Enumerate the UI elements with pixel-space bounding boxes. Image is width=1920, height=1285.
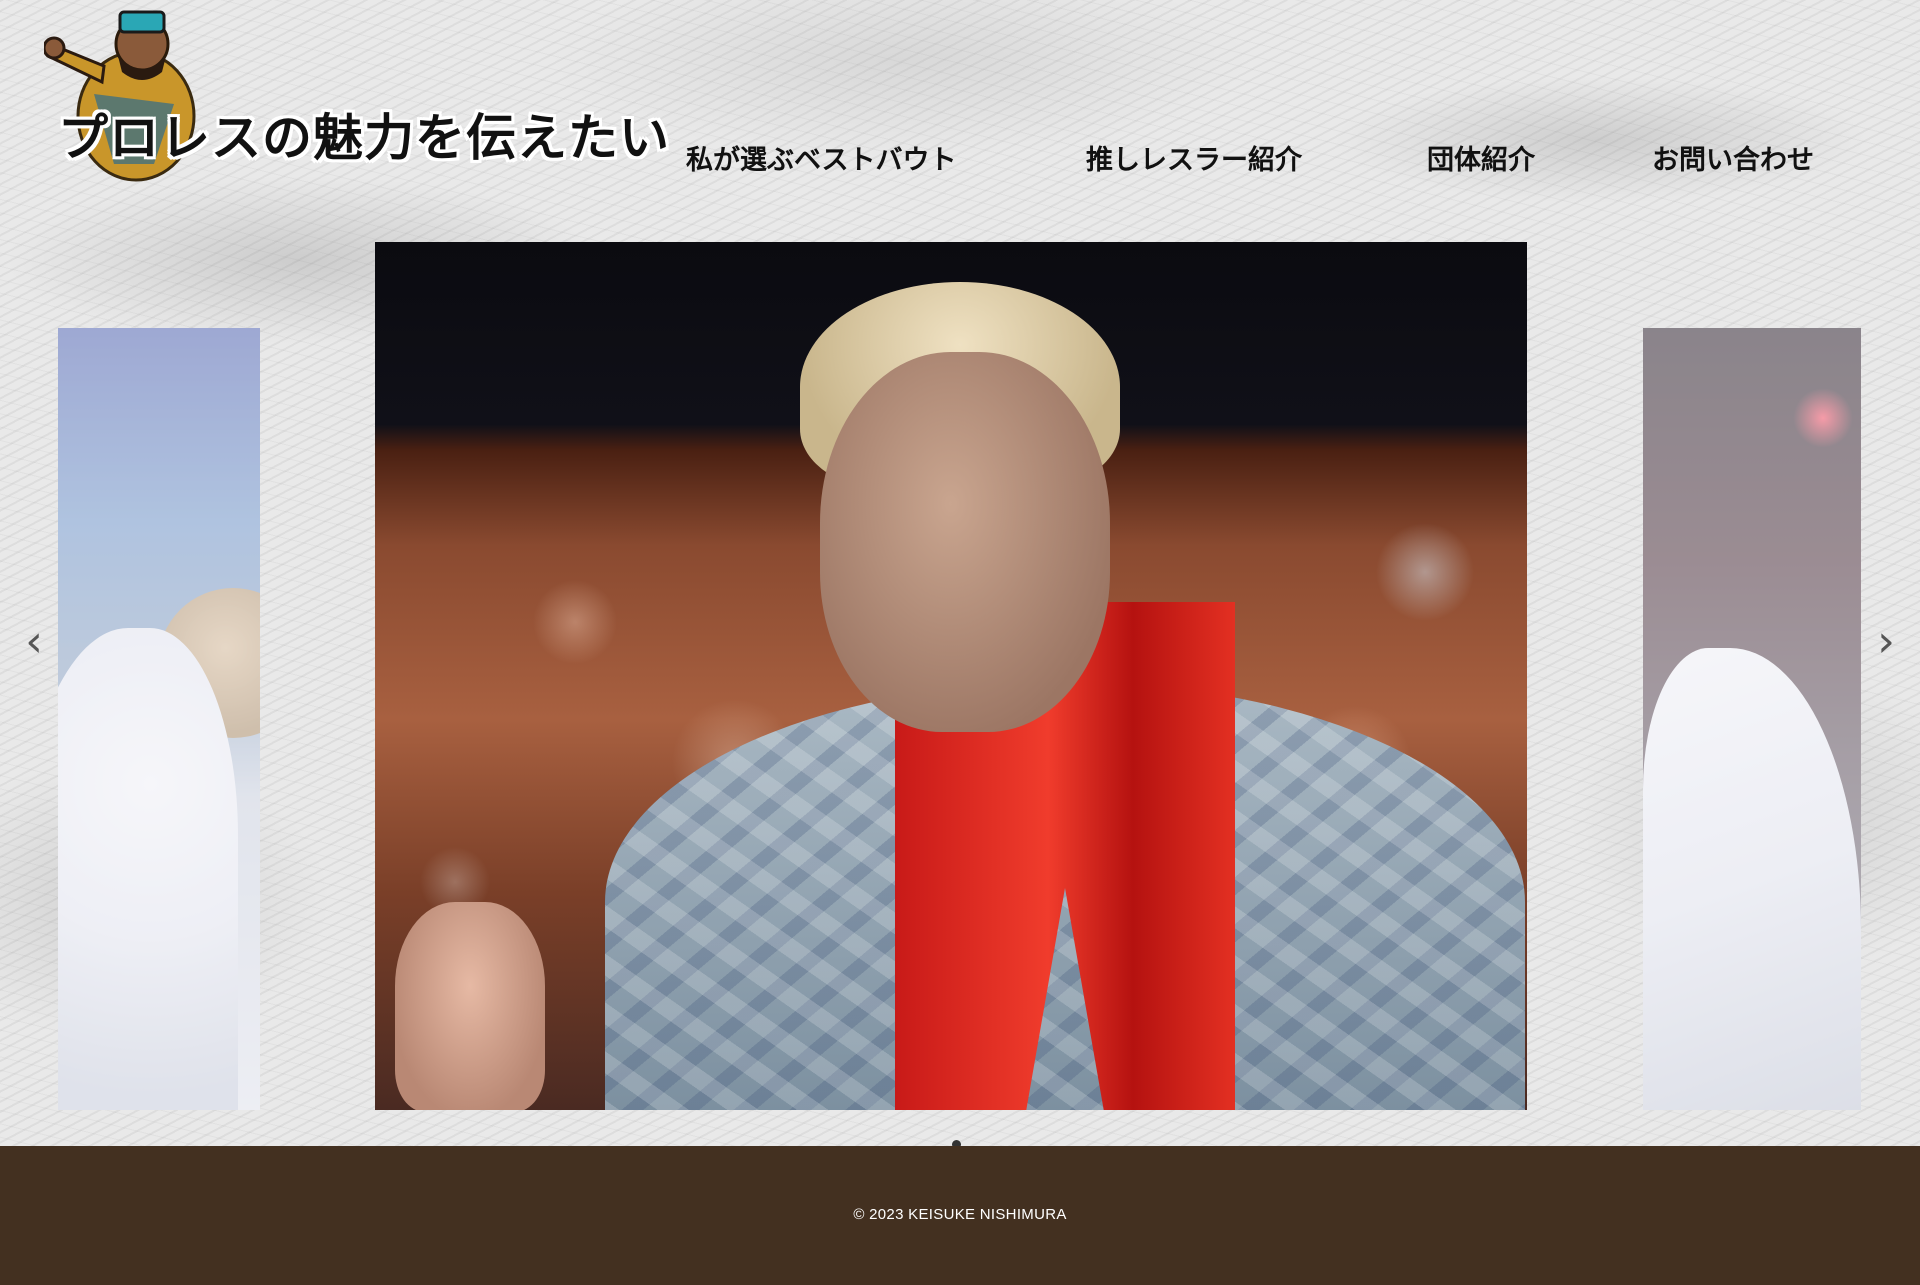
slide-current xyxy=(375,242,1527,1110)
site-footer: © 2023 KEISUKE NISHIMURA xyxy=(0,1146,1920,1285)
slide-previous[interactable] xyxy=(58,328,260,1110)
nav-item-best-bout[interactable]: 私が選ぶベストバウト xyxy=(686,138,957,177)
main-nav: 私が選ぶベストバウト 推しレスラー紹介 団体紹介 お問い合わせ xyxy=(0,138,1920,178)
slide-previous-image xyxy=(158,588,260,738)
slide-next[interactable] xyxy=(1643,328,1861,1110)
nav-item-promotions[interactable]: 団体紹介 xyxy=(1427,138,1535,177)
chevron-left-icon: ‹ xyxy=(25,616,43,667)
nav-item-contact[interactable]: お問い合わせ xyxy=(1652,138,1814,177)
image-slider: ‹ › xyxy=(0,240,1920,1149)
nav-item-favorite-wrestlers[interactable]: 推しレスラー紹介 xyxy=(1086,138,1302,177)
chevron-right-icon: › xyxy=(1877,616,1895,667)
copyright-text: © 2023 KEISUKE NISHIMURA xyxy=(853,1206,1067,1223)
slide-next-image xyxy=(1643,648,1861,1110)
slider-next-button[interactable]: › xyxy=(1866,612,1906,672)
slider-prev-button[interactable]: ‹ xyxy=(14,612,54,672)
